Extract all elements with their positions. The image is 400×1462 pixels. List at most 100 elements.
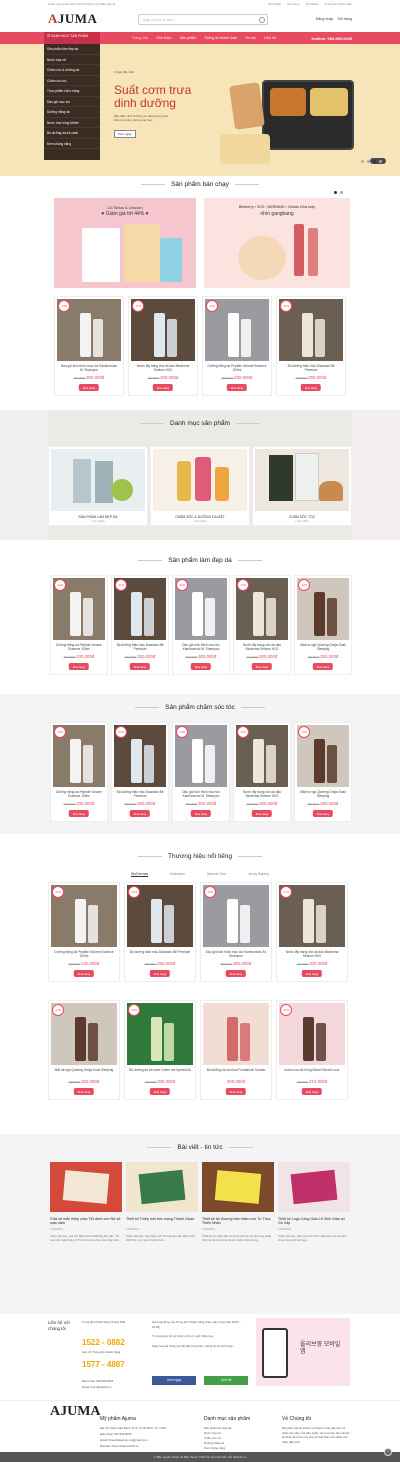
buy-button[interactable]: Mua hàng [301,1088,323,1095]
sidebar-item[interactable]: Kem chống nắng [44,139,100,149]
product-card[interactable]: -12% Mặt nạ ngủ Queeng Omija Snail Sleepi… [294,575,352,675]
product-card[interactable]: -11% Bộ dưỡng thảo mộc Daandan Bit Premiu… [124,882,196,982]
footer-cat-link[interactable]: Chăm sóc tóc [204,1436,221,1441]
nav-home[interactable]: Trang chủ [132,36,148,40]
product-name[interactable]: Dầu gội kích thích mọc tóc Kaminomoto M.… [177,790,225,798]
nav-about[interactable]: Giới thiệu [156,36,172,40]
category-card[interactable]: SẢN PHẨM LÀM ĐẸP DA 1 sản phẩm [48,446,148,526]
tab-jenny-bakery[interactable]: Jenny Bakery [248,872,269,877]
sidebar-item[interactable]: Thực phẩm chức năng [44,86,100,97]
product-card[interactable]: -13% Dầu gội kích thích mọc tóc Kaminomot… [200,882,272,982]
buy-button[interactable]: Mua hàng [68,810,90,817]
top-link-cart[interactable]: Giỏ hàng [287,2,299,6]
news-image[interactable] [278,1162,350,1212]
sidebar-item[interactable]: Sản phẩm làm đẹp da [44,44,100,55]
slider-dots[interactable] [361,160,382,163]
tab-hadarabo[interactable]: Hadarabo [170,872,185,877]
product-name[interactable]: Dưỡng trắng da Peptide Volume Essence 10… [207,364,267,372]
footer-cat-link[interactable]: Nước hoa nữ [204,1431,221,1436]
category-menu-toggle[interactable]: ☰ DANH MỤC SẢN PHẨM [44,32,100,44]
news-image[interactable] [126,1162,198,1212]
bestseller-dots[interactable] [334,191,382,194]
product-card[interactable]: -17% Nước tẩy trang cho da dầu Bioderma S… [233,575,291,675]
buy-button[interactable]: Mua hàng [312,663,334,670]
product-image[interactable] [203,1003,269,1065]
news-title[interactable]: Thiết kế Thiệp mời bốn mạng Thành Giuse [126,1217,198,1221]
product-card[interactable]: -13% Dầu gội kích thích mọc tóc Kaminomot… [54,296,124,396]
product-name[interactable]: Dầu gội kích thích mọc tóc Kaminomoto M.… [205,950,267,958]
sidebar-item[interactable]: Dầu gội mọc tóc [44,97,100,107]
sidebar-item[interactable]: Nước hoa hồng Melde [44,118,100,128]
tab-natural-care[interactable]: Natural Care [207,872,226,877]
news-title[interactable]: Thiết kế bộ thương hiệu Mầm non Tư Thục … [202,1217,274,1226]
buy-button[interactable]: Mua hàng [149,1088,171,1095]
product-name[interactable]: Bộ dưỡng thảo mộc Daandan Bit Premium [129,950,191,954]
product-card[interactable]: -12% Dưỡng trắng da Peptide Volume Essenc… [50,575,108,675]
product-card[interactable]: -12% Mặt nạ ngủ Queeng Omija Snail Sleepi… [294,722,352,822]
product-name[interactable]: Mặt nạ ngủ Queeng Omija Snail Sleeping [299,790,347,798]
buy-button[interactable]: Mua hàng [312,810,334,817]
buy-button[interactable]: Mua hàng [251,810,273,817]
sidebar-item[interactable]: Chăm sóc tóc [44,76,100,86]
buy-button[interactable]: Mua hàng [73,1088,95,1095]
sidebar-item[interactable]: Dưỡng trắng da [44,107,100,118]
product-name[interactable]: Mặt nạ ngủ Queeng Omija Snail Sleeping [53,1068,115,1072]
product-card[interactable]: -12% Dưỡng trắng da Peptide Volume Essenc… [48,882,120,982]
product-name[interactable]: Nước tẩy trang cho da dầu Bioderma Sebiu… [238,790,286,798]
buy-button[interactable]: Mua hàng [251,663,273,670]
product-name[interactable]: Nước tẩy trang cho da dầu Bioderma Sebiu… [238,643,286,651]
product-card[interactable]: -13% Dầu gội kích thích mọc tóc Kaminomot… [172,722,230,822]
product-card[interactable]: -13% Dầu gội kích thích mọc tóc Kaminomot… [172,575,230,675]
promo-banner-3ce[interactable]: Blieberry / 3CE / NIBRAND / Gelato Nhà m… [204,198,350,288]
product-name[interactable]: Dưỡng trắng da Peptide Volume Essence 10… [55,790,103,798]
buy-button[interactable]: Mua hàng [225,1088,247,1095]
nav-news[interactable]: Tin tức [245,36,256,40]
search-icon[interactable] [259,17,265,23]
logo[interactable]: AJUMA [48,11,97,27]
buy-button[interactable]: Mua hàng [68,663,90,670]
product-card[interactable]: -11% Bộ dưỡng thảo mộc Daandan Bit Premiu… [276,296,346,396]
footer-cat-link[interactable]: Dưỡng trắng da [204,1441,224,1446]
footer-logo[interactable]: AJUMA [50,1404,101,1420]
nav-products[interactable]: Sản phẩm [180,36,196,40]
login-link[interactable]: Đăng nhập [316,17,334,21]
nav-payment[interactable]: Thông tin thanh toán [204,36,237,40]
view-now-button[interactable]: Xem ngay [152,1376,196,1385]
hero-button[interactable]: Xem ngay [114,130,136,138]
news-image[interactable] [50,1162,122,1212]
product-name[interactable]: Dưỡng trắng da Peptide Volume Essence 10… [55,643,103,651]
buy-button[interactable]: Mua hàng [226,384,248,391]
contact-button[interactable]: Liên hệ [204,1376,248,1385]
product-card[interactable]: -12% Nước hoa nữ hồng Dionel Secret Love … [276,1000,348,1100]
product-name[interactable]: Bộ dưỡng da trà xanh Green tea Special k… [129,1068,191,1072]
tab-biodermas[interactable]: BioDermas [131,872,149,877]
news-image[interactable] [202,1162,274,1212]
search-input[interactable]: Nhập từ khóa tìm kiếm... [138,14,268,25]
nav-contact[interactable]: Liên hệ [264,36,276,40]
phone-1[interactable]: 1522 - 0882 [82,1338,125,1347]
buy-button[interactable]: Mua hàng [152,384,174,391]
news-card[interactable]: Chia sẻ mẫu thiệp chúc Tết dành cho Nữ s… [50,1162,122,1288]
buy-button[interactable]: Mua hàng [301,970,323,977]
buy-button[interactable]: Mua hàng [129,810,151,817]
category-card[interactable]: CHĂM SÓC & DƯỠNG DA MẶT 1 sản phẩm [150,446,250,526]
product-name[interactable]: Dầu gội kích thích mọc tóc Kaminomoto M.… [59,364,119,372]
phone-2[interactable]: 1577 - 4887 [82,1360,125,1369]
buy-button[interactable]: Mua hàng [129,663,151,670]
buy-button[interactable]: Mua hàng [149,970,171,977]
top-link-about[interactable]: Giới thiệu [268,2,281,6]
buy-button[interactable]: Mua hàng [78,384,100,391]
sidebar-item[interactable]: Nước hoa nữ [44,55,100,65]
promo-banner-lg[interactable]: LG Sirius & Unicorn ♥ Giảm giá tới 44% ♥ [54,198,196,288]
mobile-app-banner[interactable]: 올리브영 모바일 앱 [256,1318,350,1386]
product-name[interactable]: Bộ dưỡng thảo mộc Daandan Bit Premium [116,643,164,651]
product-name[interactable]: Nước tẩy trang cho da dầu Bioderma Sebiu… [281,950,343,958]
news-card[interactable]: Thiết kế Thiệp mời bốn mạng Thành Giuse … [126,1162,198,1288]
product-card[interactable]: -12% Mặt nạ ngủ Queeng Omija Snail Sleepi… [48,1000,120,1100]
sidebar-item[interactable]: Bộ dưỡng da trà xanh [44,128,100,139]
product-card[interactable]: Bộ dưỡng da cà chua Foodaholic Tomato 20… [200,1000,272,1100]
product-name[interactable]: Nước hoa nữ hồng Dionel Secret Love [281,1068,343,1072]
product-name[interactable]: Dưỡng trắng da Peptide Volume Essence 10… [53,950,115,958]
sidebar-item[interactable]: Chăm sóc & dưỡng da [44,65,100,76]
category-card[interactable]: CHĂM SÓC TÓC 1 sản phẩm [252,446,352,526]
